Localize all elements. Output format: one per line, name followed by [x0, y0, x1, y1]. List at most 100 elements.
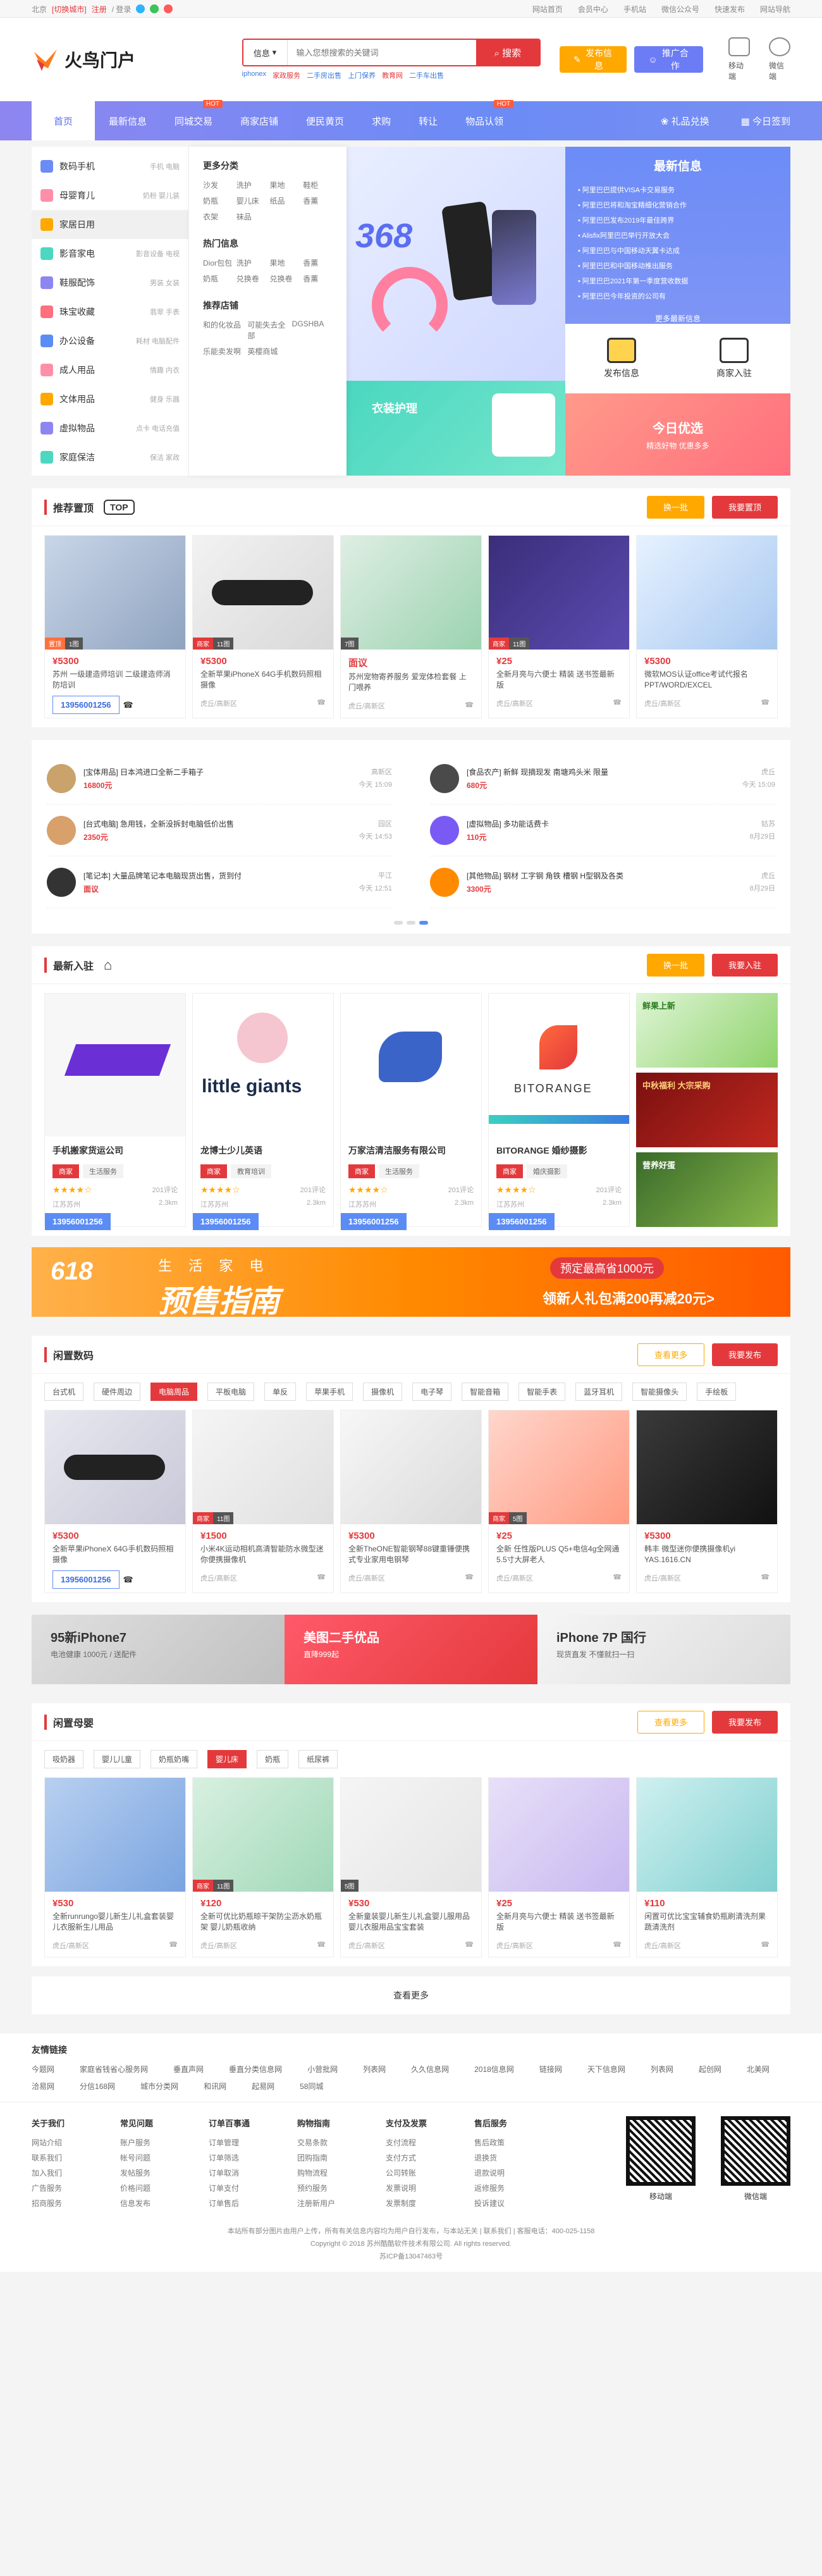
- promote-button[interactable]: ☺ 推广合作: [634, 46, 703, 73]
- nav-latest[interactable]: 最新信息: [95, 101, 161, 140]
- footer-link[interactable]: 购物流程: [297, 2166, 386, 2181]
- category-item[interactable]: 虚拟物品 点卡 电话充值: [32, 414, 188, 443]
- filter-tag[interactable]: 手绘板: [697, 1383, 737, 1401]
- category-item[interactable]: 成人用品 情趣 内衣: [32, 355, 188, 385]
- footer-link[interactable]: 信息发布: [120, 2196, 209, 2211]
- submenu-link[interactable]: 衣架: [203, 211, 233, 222]
- news-row[interactable]: [台式电脑] 急用钱，全新没拆封电脑低价出售 2350元 园区 今天 14:53: [47, 804, 392, 856]
- presale-ad-banner[interactable]: 618 生 活 家 电 预售指南 预定最高省1000元 领新人礼包满200再减2…: [32, 1247, 790, 1317]
- change-batch-button[interactable]: 换一批: [646, 495, 704, 519]
- footer-link[interactable]: 交易条款: [297, 2135, 386, 2150]
- footer-link[interactable]: 发票制度: [386, 2196, 474, 2211]
- login-link[interactable]: / 登录: [112, 4, 132, 15]
- filter-tag[interactable]: 吸奶器: [44, 1750, 84, 1768]
- phone-icon[interactable]: ☎: [613, 698, 622, 708]
- promo-iphone7[interactable]: 95新iPhone7 电池健康 1000元 / 送配件: [32, 1615, 285, 1684]
- footer-link[interactable]: 订单筛选: [209, 2150, 297, 2166]
- news-row[interactable]: [其他物品] 钢材 工字钢 角铁 槽钢 H型钢及各类 3300元 虎丘 8月29日: [430, 856, 775, 908]
- friend-link[interactable]: 2018信息网: [474, 2064, 514, 2074]
- phone-icon[interactable]: ☎: [465, 1940, 474, 1950]
- dot-active[interactable]: [419, 921, 428, 925]
- friend-link[interactable]: 分信168网: [80, 2081, 115, 2092]
- footer-link[interactable]: 公司转账: [386, 2166, 474, 2181]
- friend-link[interactable]: 久久信息网: [411, 2064, 449, 2074]
- friend-link[interactable]: 城市分类网: [140, 2081, 178, 2092]
- view-more-button[interactable]: 查看更多: [637, 1710, 704, 1734]
- topbar-publish-link[interactable]: 快速发布: [715, 4, 745, 15]
- submenu-link[interactable]: 鞋柜: [303, 180, 333, 190]
- news-row[interactable]: [食品农产] 新鲜 现摘现发 南塘鸡头米 限量 680元 虎丘 今天 15:09: [430, 753, 775, 804]
- filter-tag[interactable]: 蓝牙耳机: [575, 1383, 623, 1401]
- friend-link[interactable]: 今题网: [32, 2064, 54, 2074]
- footer-link[interactable]: 广告服务: [32, 2181, 120, 2196]
- wechat-icon[interactable]: [150, 4, 159, 13]
- friend-link[interactable]: 垂直声网: [173, 2064, 204, 2074]
- filter-tag[interactable]: 摄像机: [363, 1383, 403, 1401]
- view-more-button[interactable]: 查看更多: [637, 1343, 704, 1366]
- join-button[interactable]: 我要入驻: [711, 953, 778, 977]
- footer-link[interactable]: 支付方式: [386, 2150, 474, 2166]
- friend-link[interactable]: 北美网: [747, 2064, 770, 2074]
- company-card[interactable]: little giants 龙博士少儿英语 商家 教育培训 ★★★★☆ 201评论 …: [192, 993, 334, 1230]
- category-item[interactable]: 家居日用: [32, 210, 188, 239]
- category-item[interactable]: 家庭保洁 保洁 家政: [32, 443, 188, 472]
- filter-tag[interactable]: 奶瓶奶嘴: [150, 1750, 198, 1768]
- product-card[interactable]: 商家 11图 ¥5300 全新苹果iPhoneX 64G手机数码照相摄像 虎丘/高…: [192, 535, 334, 718]
- submenu-link[interactable]: 纸品: [270, 195, 300, 206]
- latest-info-item[interactable]: • 阿里巴巴今年投资的公司有: [578, 289, 778, 304]
- weibo-icon[interactable]: [164, 4, 173, 13]
- icp-number[interactable]: 苏ICP备13047463号: [32, 2250, 790, 2263]
- filter-tag[interactable]: 智能摄像头: [632, 1383, 687, 1401]
- footer-link[interactable]: 联系我们: [32, 2150, 120, 2166]
- phone-number[interactable]: 13956001256: [52, 1570, 120, 1589]
- nav-shops[interactable]: 商家店铺: [226, 101, 292, 140]
- mobile-entry[interactable]: 移动端: [728, 37, 750, 82]
- friend-link[interactable]: 家庭省钱省心服务网: [80, 2064, 148, 2074]
- hot-word[interactable]: 上门保养: [348, 70, 376, 80]
- load-more-button[interactable]: 查看更多: [32, 1976, 790, 2014]
- main-banner[interactable]: 368: [347, 147, 565, 381]
- category-item[interactable]: 珠宝收藏 翡翠 手表: [32, 297, 188, 326]
- latest-info-item[interactable]: • 阿里巴巴和中国移动推出服务: [578, 259, 778, 274]
- clothes-banner[interactable]: 衣装护理: [347, 381, 565, 476]
- submenu-link[interactable]: 果地: [270, 180, 300, 190]
- filter-tag[interactable]: 硬件周边: [94, 1383, 141, 1401]
- phone-icon[interactable]: ☎: [317, 1573, 326, 1583]
- product-card[interactable]: ¥5300 全新TheONE智能钢琴88键重锤便携式专业家用电钢琴 虎丘/高新区…: [340, 1410, 482, 1593]
- submenu-link[interactable]: DGSHBA: [292, 319, 333, 341]
- switch-city-link[interactable]: [切换城市]: [52, 4, 87, 15]
- latest-info-more-link[interactable]: 更多最新信息: [578, 313, 778, 324]
- merchant-action[interactable]: 商家入驻: [678, 324, 790, 393]
- footer-link[interactable]: 价格问题: [120, 2181, 209, 2196]
- fruit-ad[interactable]: 鲜果上新: [636, 993, 778, 1068]
- change-batch-button[interactable]: 换一批: [646, 953, 704, 977]
- friend-link[interactable]: 天下信息网: [587, 2064, 625, 2074]
- phone-icon[interactable]: ☎: [465, 1573, 474, 1583]
- news-row[interactable]: [虚拟物品] 多功能话费卡 110元 姑苏 8月29日: [430, 804, 775, 856]
- call-button[interactable]: 13956001256: [193, 1213, 259, 1230]
- product-card[interactable]: ¥5300 全新苹果iPhoneX 64G手机数码照相摄像 1395600125…: [44, 1410, 186, 1593]
- category-item[interactable]: 文体用品 健身 乐器: [32, 385, 188, 414]
- phone-number[interactable]: 13956001256: [52, 696, 120, 714]
- submenu-link[interactable]: 洗护: [236, 257, 266, 268]
- nav-wanted[interactable]: 求购: [358, 101, 405, 140]
- phone-icon[interactable]: ☎: [761, 1940, 770, 1950]
- nav-claim[interactable]: 物品认领 HOT: [451, 100, 517, 140]
- product-card[interactable]: ¥5300 韩丰 微型迷你便携摄像机yi YAS.1616.CN 虎丘/高新区 ☎: [636, 1410, 778, 1593]
- filter-tag[interactable]: 智能音箱: [462, 1383, 509, 1401]
- submenu-link[interactable]: 乐能卖发啊: [203, 346, 243, 357]
- company-card[interactable]: 手机搬家货运公司 商家 生活服务 ★★★★☆ 201评论 江苏苏州 2.3km 139…: [44, 993, 186, 1230]
- footer-link[interactable]: 订单管理: [209, 2135, 297, 2150]
- hot-word[interactable]: 家政服务: [273, 70, 300, 80]
- topbar-member-link[interactable]: 会员中心: [578, 4, 608, 15]
- friend-link[interactable]: 和讯网: [204, 2081, 226, 2092]
- footer-link[interactable]: 订单取消: [209, 2166, 297, 2181]
- friend-link[interactable]: 列表网: [651, 2064, 673, 2074]
- wechat-entry[interactable]: 微信端: [769, 37, 790, 82]
- footer-link[interactable]: 账户服务: [120, 2135, 209, 2150]
- phone-icon[interactable]: ☎: [317, 698, 326, 708]
- search-button[interactable]: ⌕ 搜索: [475, 40, 539, 65]
- footer-link[interactable]: 发票说明: [386, 2181, 474, 2196]
- friend-link[interactable]: 垂直分类信息网: [229, 2064, 282, 2074]
- phone-icon[interactable]: ☎: [613, 1940, 622, 1950]
